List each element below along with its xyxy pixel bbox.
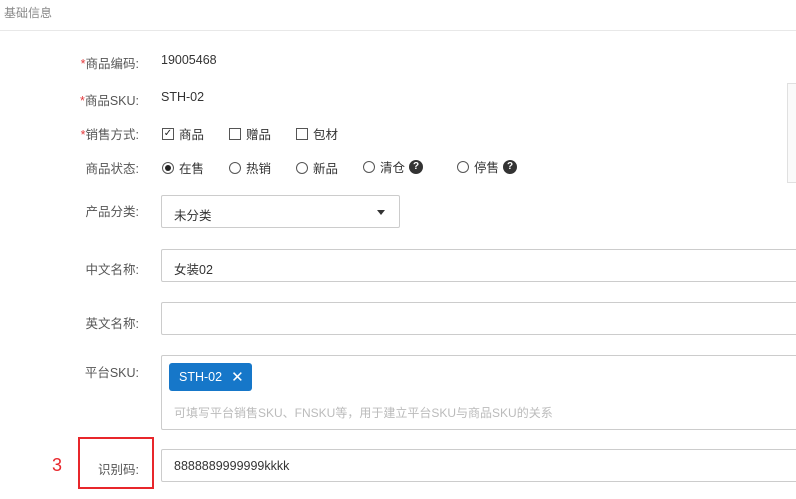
en-name-label: 英文名称: <box>85 317 139 331</box>
cn-name-label: 中文名称: <box>85 263 139 277</box>
product-sku-label: *商品SKU: <box>79 94 139 108</box>
sale-mode-option-gift[interactable]: 赠品 <box>229 124 271 143</box>
help-icon[interactable]: ? <box>503 159 518 174</box>
section-header: 基础信息 <box>0 0 796 31</box>
category-select[interactable]: 未分类 <box>161 195 400 228</box>
cn-name-input[interactable]: 女装02 <box>161 249 796 282</box>
product-sku-value: STH-02 <box>161 90 205 104</box>
cn-name-input-value: 女装02 <box>174 263 213 277</box>
status-option-on-sale[interactable]: 在售 <box>162 158 204 177</box>
status-label: 商品状态: <box>85 162 139 176</box>
checkbox-checked[interactable]: ✓ <box>162 127 174 140</box>
product-code-value: 19005468 <box>161 53 217 67</box>
category-label: 产品分类: <box>85 205 139 219</box>
radio[interactable] <box>229 161 241 174</box>
sale-mode-label: *销售方式: <box>80 128 139 142</box>
identifier-input[interactable]: 8888889999999kkkk <box>161 449 796 482</box>
identifier-input-value: 8888889999999kkkk <box>174 459 290 473</box>
checkbox[interactable] <box>229 127 241 140</box>
sale-mode-option-packaging[interactable]: 包材 <box>296 124 338 143</box>
side-panel-edge <box>787 83 796 183</box>
checkbox[interactable] <box>296 127 308 140</box>
caret-down-icon <box>377 210 385 215</box>
status-option-hot[interactable]: 热销 <box>229 158 271 177</box>
status-option-clearance[interactable]: 清仓 ? <box>363 157 424 176</box>
platform-sku-tag: STH-02 ✕ <box>169 363 252 391</box>
radio[interactable] <box>457 160 469 173</box>
radio-selected[interactable] <box>162 161 174 174</box>
platform-sku-hint: 可填写平台销售SKU、FNSKU等，用于建立平台SKU与商品SKU的关系 <box>174 406 553 420</box>
radio[interactable] <box>363 160 375 173</box>
status-option-discontinued[interactable]: 停售 ? <box>457 157 518 176</box>
annotation-number: 3 <box>52 455 63 475</box>
product-code-label: *商品编码: <box>80 57 139 71</box>
en-name-input[interactable] <box>161 302 796 335</box>
section-title: 基础信息 <box>4 6 53 20</box>
help-icon[interactable]: ? <box>409 159 424 174</box>
platform-sku-tag-input[interactable]: STH-02 ✕ 可填写平台销售SKU、FNSKU等，用于建立平台SKU与商品S… <box>161 355 796 430</box>
remove-tag-icon[interactable]: ✕ <box>231 370 244 385</box>
tag-label: STH-02 <box>179 370 223 384</box>
platform-sku-label: 平台SKU: <box>84 366 139 380</box>
radio[interactable] <box>296 161 308 174</box>
annotation-highlight-box <box>78 437 154 489</box>
category-select-value: 未分类 <box>174 209 212 223</box>
status-option-new[interactable]: 新品 <box>296 158 338 177</box>
sale-mode-option-goods[interactable]: ✓ 商品 <box>162 124 204 143</box>
